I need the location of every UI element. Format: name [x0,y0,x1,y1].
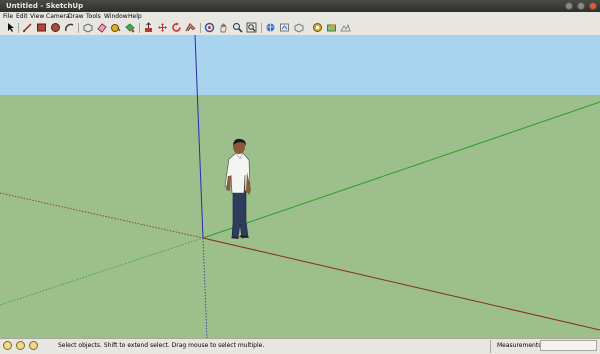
window-title: Untitled - SketchUp [6,2,84,10]
share-model-icon[interactable] [279,22,290,33]
measurements-label: Measurements [497,342,542,349]
measurements-input[interactable] [540,340,597,351]
menu-draw[interactable]: Draw [68,13,84,20]
status-message: Select objects. Shift to extend select. … [58,342,265,349]
title-bar: Untitled - SketchUp [0,0,600,12]
scene-canvas[interactable] [0,35,600,338]
zoom-tool-icon[interactable] [232,22,243,33]
push-pull-tool-icon[interactable] [143,22,154,33]
minimize-icon[interactable] [565,2,573,10]
extension-warehouse-icon[interactable] [312,22,323,33]
tape-measure-tool-icon[interactable] [110,22,121,33]
toolbar-divider [78,23,79,33]
toggle-terrain-icon[interactable] [340,22,351,33]
help-icon[interactable] [29,341,38,350]
share-component-icon[interactable] [293,22,304,33]
model-viewport[interactable] [0,35,600,338]
move-tool-icon[interactable] [157,22,168,33]
menu-edit[interactable]: Edit [16,13,28,20]
menu-help[interactable]: Help [128,13,142,20]
sky [0,35,600,95]
menu-view[interactable]: View [30,13,44,20]
circle-tool-icon[interactable] [50,22,61,33]
menu-file[interactable]: File [3,13,13,20]
orbit-tool-icon[interactable] [204,22,215,33]
toolbar-divider [139,23,140,33]
close-icon[interactable] [589,2,597,10]
rectangle-tool-icon[interactable] [36,22,47,33]
paint-bucket-tool-icon[interactable] [124,22,135,33]
get-models-icon[interactable] [265,22,276,33]
make-component-tool-icon[interactable] [82,22,93,33]
status-bar: Select objects. Shift to extend select. … [0,338,600,354]
ground-plane [0,95,600,338]
zoom-extents-tool-icon[interactable] [246,22,257,33]
status-divider [490,340,491,353]
menu-camera[interactable]: Camera [46,13,70,20]
toolbar-divider [18,23,19,33]
menu-window[interactable]: Window [104,13,128,20]
maximize-icon[interactable] [577,2,585,10]
arc-tool-icon[interactable] [64,22,75,33]
rotate-tool-icon[interactable] [171,22,182,33]
credits-icon[interactable] [16,341,25,350]
pan-tool-icon[interactable] [218,22,229,33]
select-tool-icon[interactable] [5,22,16,33]
add-location-icon[interactable] [326,22,337,33]
menu-bar: File Edit View Camera Draw Tools Window … [0,12,600,21]
toolbar-divider [200,23,201,33]
menu-tools[interactable]: Tools [86,13,101,20]
eraser-tool-icon[interactable] [96,22,107,33]
geo-location-icon[interactable] [3,341,12,350]
offset-tool-icon[interactable] [185,22,196,33]
toolbar [0,21,600,36]
line-tool-icon[interactable] [22,22,33,33]
toolbar-divider [261,23,262,33]
